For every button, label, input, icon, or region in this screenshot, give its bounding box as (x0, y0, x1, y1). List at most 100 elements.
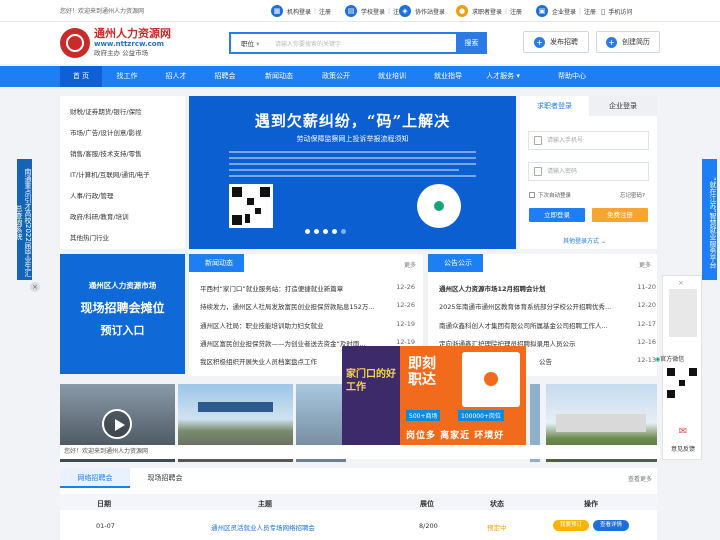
category-item[interactable]: IT/计算机/互联网/通讯/电子 (70, 169, 150, 179)
post-job-button[interactable]: + 发布招聘 (523, 31, 589, 53)
row-title[interactable]: 通州区灵活就业人员专场网络招聘会 (211, 522, 315, 532)
view-details-button[interactable]: 查看详情 (593, 520, 629, 531)
login-button[interactable]: 立即登录 (529, 208, 585, 222)
seeker-login-label[interactable]: 求职者登录 (472, 7, 502, 16)
play-icon[interactable] (102, 409, 132, 439)
nav-guidance[interactable]: 就业指导 (424, 66, 472, 87)
category-label: 政府/科研/教育/培训 (70, 213, 129, 221)
category-label: 人事/行政/管理 (70, 192, 114, 200)
news-tab[interactable]: 新闻动态 (189, 254, 244, 272)
auto-login-checkbox[interactable]: 下次自动登录 (529, 191, 571, 199)
tab-company-login[interactable]: 企业登录 (589, 96, 657, 116)
nav-talent-service[interactable]: 人才服务 ▾ (482, 66, 524, 87)
category-item[interactable]: 其他热门行业 (70, 232, 109, 242)
nav-help[interactable]: 帮助中心 (548, 66, 596, 87)
banner-subtitle: 劳动保障监察网上投诉举报流程须知 (296, 135, 409, 143)
partner-icon: ◈ (399, 5, 411, 17)
create-resume-button[interactable]: + 创建简历 (596, 31, 660, 53)
category-item[interactable]: 人事/行政/管理 (70, 190, 113, 200)
password-input[interactable]: 请输入密码 (528, 162, 649, 181)
banner-text-line (229, 151, 476, 153)
banner-title: 遇到欠薪纠纷，“码”上解决 (254, 112, 451, 130)
nav-hire[interactable]: 招人才 (155, 66, 197, 87)
school-login-link[interactable]: ▤学校登录|注册 (345, 4, 405, 18)
logo-slogan: 政府主办 公益市场 (94, 49, 149, 57)
notice-item[interactable]: 南通众鑫科创人才集团有限公司所属基金公司招聘工作人... 12-17 (439, 320, 656, 330)
news-item[interactable]: 通州区人社局：职业技能培训助力妇女就业 12-19 (200, 320, 415, 330)
news-item[interactable]: 持续发力，通州区人社局发放富民创业担保贷款贴息152万... 12-26 (200, 301, 415, 311)
partner-login-label[interactable]: 协作站登录 (415, 7, 445, 16)
company-login-label[interactable]: 企业登录 (552, 7, 576, 16)
nav-find-job[interactable]: 找工作 (106, 66, 148, 87)
notice-date: 12-17 (633, 320, 656, 328)
category-item[interactable]: 销售/客服/技术支持/零售 (70, 148, 142, 158)
other-login-link[interactable]: 其他登录方式 ⌄ (563, 236, 606, 245)
popup-title-right: 即刻职达 (408, 356, 436, 388)
logo-emblem-icon (60, 28, 90, 58)
tab-onsite-fair[interactable]: 现场招聘会 (130, 468, 200, 488)
wechat-qr-icon (665, 366, 699, 400)
company-register-label[interactable]: 注册 (584, 7, 596, 16)
notice-item[interactable]: 通州区人力资源市场12月招聘会计划 11-20 (439, 283, 656, 293)
org-login-label[interactable]: 机构登录 (287, 7, 311, 16)
other-login-label: 其他登录方式 (563, 238, 600, 245)
site-logo[interactable]: 通州人力资源网 www.nttzrcw.com 政府主办 公益市场 (60, 24, 180, 62)
register-button[interactable]: 免费注册 (592, 208, 648, 222)
forgot-password-link[interactable]: 忘记密码? (620, 191, 645, 199)
news-more-link[interactable]: 更多 (404, 260, 416, 269)
logo-title: 通州人力资源网 (94, 27, 171, 40)
nav-home[interactable]: 首 页 (60, 66, 102, 87)
wechat-label[interactable]: ◉官方微信 (655, 354, 684, 363)
left-side-ad[interactable]: 南通重点引才高校2022届毕业生汇总查询系统 (15, 159, 32, 280)
mini-program-code-icon (417, 184, 461, 228)
notice-more-link[interactable]: 更多 (639, 260, 651, 269)
notice-item[interactable]: 2025年南通市通州区教育体育系统部分学校公开招聘优秀... 12-20 (439, 301, 656, 311)
nav-talent-service-label: 人才服务 (486, 72, 515, 80)
category-item[interactable]: 财税/证券期货/银行/保险 (70, 106, 142, 116)
mobile-link[interactable]: ▯ 手机访问 (601, 4, 632, 18)
booth-booking-ad[interactable]: 通州区人力资源市场 现场招聘会摊位 预订入口 (60, 254, 185, 374)
carousel-dots[interactable] (305, 229, 350, 234)
news-date: 12-19 (392, 320, 415, 328)
right-side-ad[interactable]: “就在江苏”智慧就业服务平台 (702, 159, 717, 280)
close-icon[interactable]: × (678, 279, 684, 287)
nav-policy[interactable]: 政策公开 (312, 66, 360, 87)
search-button[interactable]: 搜索 (456, 32, 487, 54)
feedback-icon[interactable]: ✉ (663, 426, 703, 437)
company-icon: ▣ (536, 5, 548, 17)
close-icon[interactable]: × (30, 282, 40, 292)
org-register-label[interactable]: 注册 (319, 7, 331, 16)
hero-banner[interactable]: 遇到欠薪纠纷，“码”上解决 劳动保障监察网上投诉举报流程须知 (189, 96, 516, 249)
login-panel: 求职者登录 企业登录 请输入手机号 请输入密码 下次自动登录 忘记密码? (520, 96, 657, 249)
org-login-link[interactable]: ▦ 机构登录 | 注册 (271, 4, 331, 18)
feedback-label[interactable]: 意见反馈 (663, 444, 703, 453)
notice-date: 12-20 (633, 301, 656, 309)
search-category-select[interactable]: 职位 ▾ (231, 38, 271, 48)
phone-input[interactable]: 请输入手机号 (528, 131, 649, 150)
nav-job-fair[interactable]: 招聘会 (204, 66, 246, 87)
company-login-link[interactable]: ▣ 企业登录 | 注册 (536, 4, 596, 18)
lock-icon (534, 167, 542, 176)
notice-title: 2025年南通市通州区教育体育系统部分学校公开招聘优秀... (439, 303, 612, 311)
news-date: 12-19 (392, 338, 415, 346)
job-popup-ad[interactable]: 家门口的好工作 即刻职达 500+商场 100000+岗位 岗位多 离家近 环境… (342, 346, 526, 451)
mobile-label[interactable]: 手机访问 (608, 7, 632, 16)
job-more-link[interactable]: 查看更多 (628, 474, 652, 483)
seeker-register-label[interactable]: 注册 (510, 7, 522, 16)
category-item[interactable]: 政府/科研/教育/培训 (70, 211, 129, 221)
qr-code-icon (229, 184, 273, 228)
partner-login-link[interactable]: ◈ 协作站登录 (399, 4, 445, 18)
tab-seeker-login[interactable]: 求职者登录 (520, 96, 589, 116)
row-date: 01-07 (96, 522, 115, 530)
book-button[interactable]: 我要预订 (553, 520, 589, 531)
category-item[interactable]: 市场/广告/设计创意/影视 (70, 127, 142, 137)
notice-tab[interactable]: 公告公示 (428, 254, 483, 272)
nav-training[interactable]: 就业培训 (368, 66, 416, 87)
school-login-label[interactable]: 学校登录 (361, 7, 385, 16)
notice-date: 12-16 (633, 338, 656, 346)
news-item[interactable]: 平西村“家门口”就业服务站：打造便捷就业新篇章 12-26 (200, 283, 415, 293)
tab-online-fair[interactable]: 网络招聘会 (60, 468, 130, 488)
search-input[interactable]: 请输入你要搜索的关键字 (271, 39, 456, 48)
nav-news[interactable]: 新闻动态 (255, 66, 303, 87)
seeker-login-link[interactable]: ● 求职者登录 | 注册 (456, 4, 522, 18)
